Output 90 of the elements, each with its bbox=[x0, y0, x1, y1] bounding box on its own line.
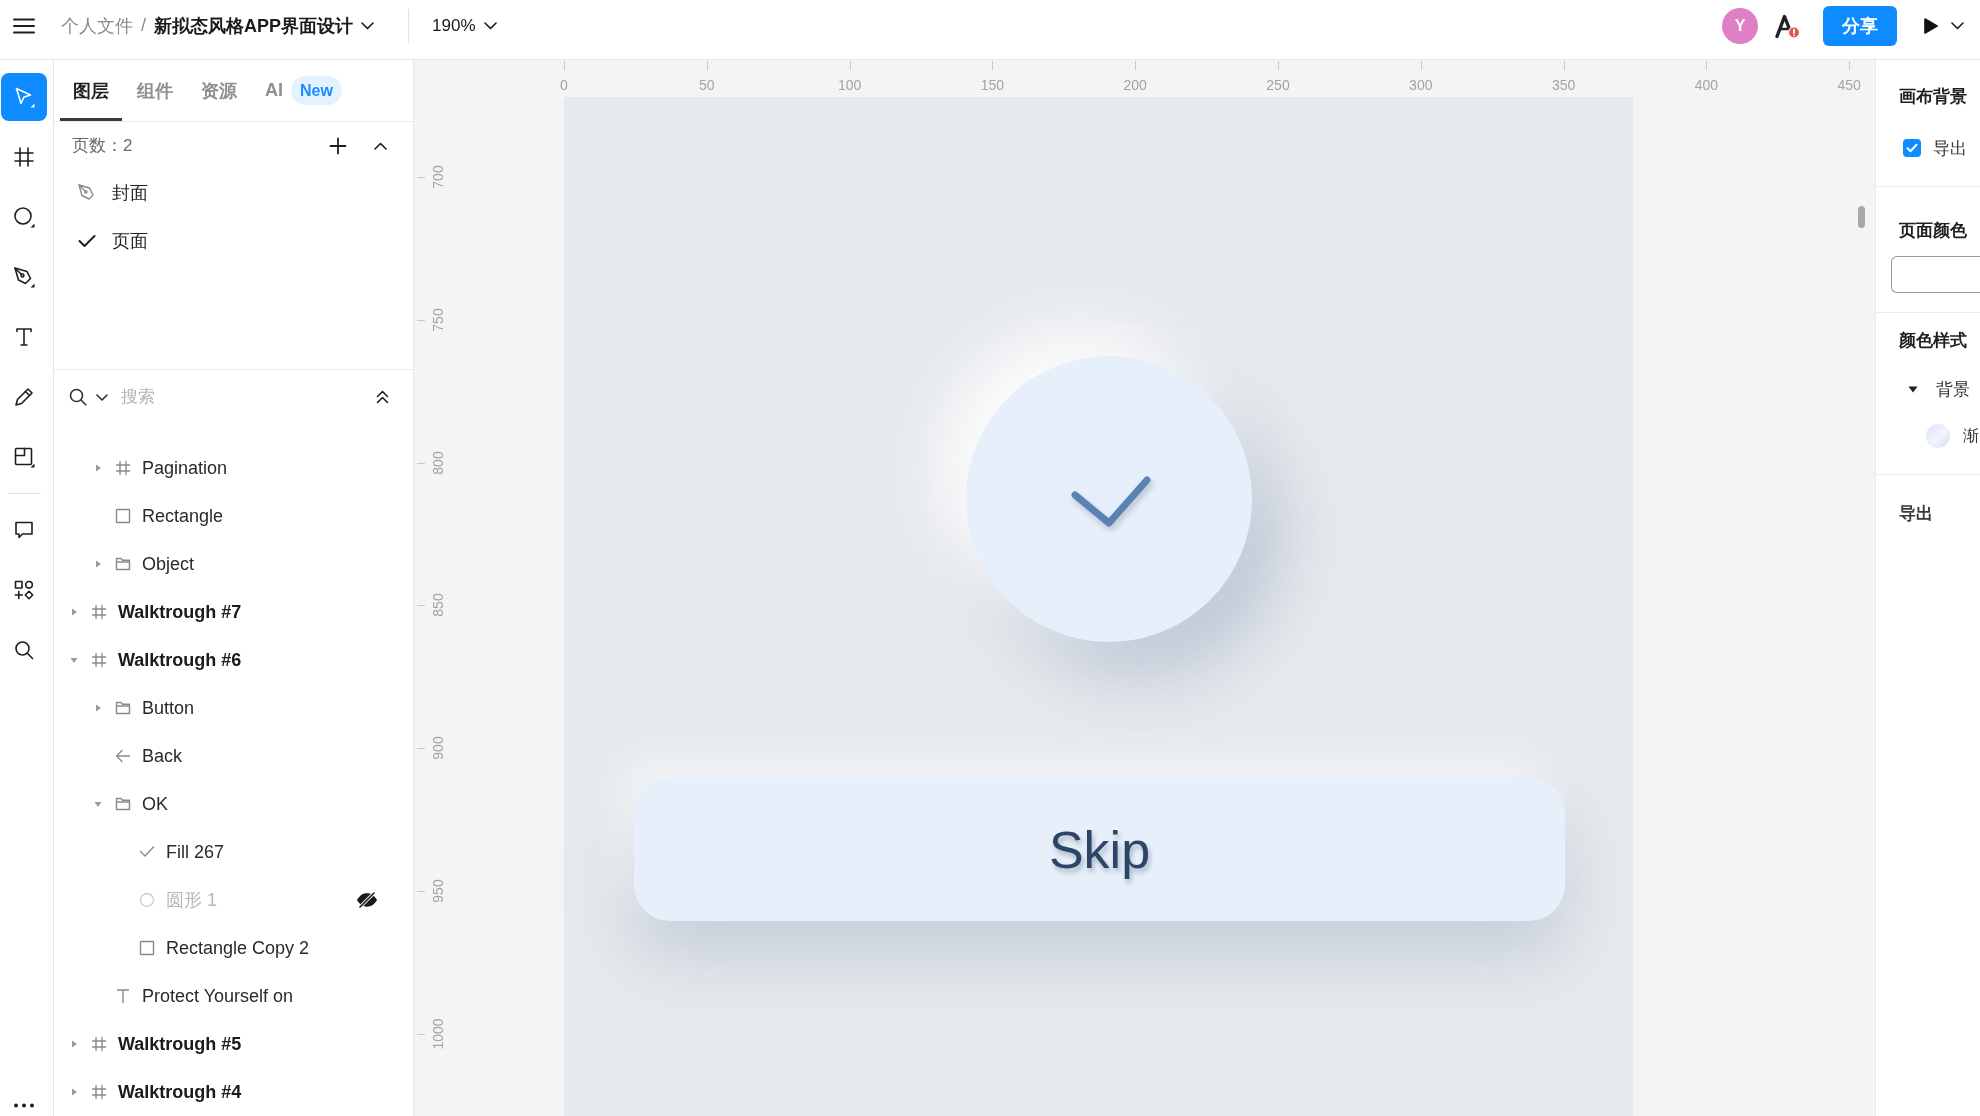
circle-icon bbox=[12, 205, 36, 229]
hash-icon bbox=[91, 604, 107, 620]
folder-icon bbox=[115, 796, 131, 812]
arrow-left-icon bbox=[115, 748, 131, 764]
page-count: 页数：2 bbox=[72, 135, 133, 157]
section-title: 画布背景 bbox=[1899, 87, 1967, 107]
layer-name[interactable]: Walktrough #6 bbox=[118, 649, 242, 671]
circle-icon bbox=[139, 892, 155, 908]
page-name[interactable]: 封面 bbox=[112, 181, 148, 205]
search-icon bbox=[69, 388, 87, 406]
chevron-down-icon bbox=[1951, 21, 1964, 30]
ruler-label: 800 bbox=[430, 450, 446, 475]
plus-icon bbox=[329, 136, 347, 155]
square-icon bbox=[139, 940, 155, 956]
layer-name[interactable]: OK bbox=[142, 793, 168, 815]
pencil-icon bbox=[12, 385, 36, 409]
square-icon bbox=[115, 508, 131, 524]
layer-name[interactable]: Protect Yourself on bbox=[142, 985, 294, 1007]
layer-name[interactable]: Pagination bbox=[142, 457, 228, 479]
font-alert-icon[interactable] bbox=[1773, 12, 1801, 39]
breadcrumb-separator: / bbox=[141, 15, 146, 36]
layer-name[interactable]: Fill 267 bbox=[166, 841, 225, 863]
color-field[interactable] bbox=[1891, 256, 1980, 293]
chevron-down-icon[interactable] bbox=[96, 393, 108, 401]
panel-tab[interactable]: 图层 bbox=[60, 60, 122, 121]
new-badge: New bbox=[291, 76, 342, 105]
ruler-label: 750 bbox=[430, 308, 446, 332]
play-icon bbox=[1924, 17, 1938, 34]
chevron-up-icon bbox=[373, 141, 387, 150]
shapes-icon bbox=[12, 578, 36, 602]
section-title: 导出 bbox=[1899, 504, 1933, 524]
ruler-label: 1000 bbox=[430, 1018, 446, 1050]
layer-name[interactable]: Walktrough #7 bbox=[118, 601, 242, 623]
ruler-label: 50 bbox=[699, 77, 715, 93]
chevron-down-icon bbox=[361, 21, 375, 30]
chevron-down-icon bbox=[483, 21, 497, 30]
ruler-label: 900 bbox=[430, 736, 446, 760]
ruler-label: 950 bbox=[430, 879, 446, 903]
ruler-label: 300 bbox=[1409, 77, 1433, 93]
layer-name[interactable]: Back bbox=[142, 745, 183, 767]
checkbox[interactable] bbox=[1903, 139, 1921, 157]
ruler-label: 350 bbox=[1551, 77, 1576, 93]
file-name-button[interactable]: 新拟态风格APP界面设计 bbox=[154, 13, 375, 38]
pen-nib-icon bbox=[12, 265, 36, 289]
ruler-label: 400 bbox=[1694, 77, 1719, 93]
check-icon bbox=[1070, 475, 1152, 529]
layer-name[interactable]: Object bbox=[142, 553, 195, 575]
layer-name[interactable]: Rectangle bbox=[142, 505, 224, 527]
style-group-name[interactable]: 背景 bbox=[1936, 377, 1970, 401]
layer-name[interactable]: Walktrough #4 bbox=[118, 1081, 242, 1103]
section-icon bbox=[12, 445, 36, 469]
folder-link[interactable]: 个人文件 bbox=[61, 13, 133, 38]
move-tool-button[interactable] bbox=[1, 73, 47, 121]
skip-button[interactable]: Skip bbox=[634, 778, 1565, 921]
section-title: 颜色样式 bbox=[1899, 331, 1967, 351]
ruler-label: 150 bbox=[980, 77, 1005, 93]
search-icon bbox=[12, 638, 36, 662]
menu-icon bbox=[13, 17, 35, 34]
layer-name[interactable]: Walktrough #5 bbox=[118, 1033, 242, 1055]
hash-icon bbox=[115, 460, 131, 476]
text-icon bbox=[115, 988, 131, 1004]
hash-icon bbox=[12, 145, 36, 169]
caret-icon[interactable] bbox=[1908, 385, 1918, 393]
section-title: 页面颜色 bbox=[1899, 221, 1967, 241]
layer-name[interactable]: Button bbox=[142, 697, 195, 719]
page-name[interactable]: 页面 bbox=[112, 229, 148, 253]
scrollbar[interactable] bbox=[1858, 206, 1865, 228]
layer-name[interactable]: Rectangle Copy 2 bbox=[166, 937, 310, 959]
layer-search-field[interactable]: 搜索 bbox=[121, 387, 368, 407]
ruler-label: 850 bbox=[430, 593, 446, 618]
hash-icon bbox=[91, 652, 107, 668]
zoom-dropdown[interactable]: 190% bbox=[432, 15, 497, 36]
ruler-label: 200 bbox=[1123, 77, 1147, 93]
checkbox-label: 导出 bbox=[1933, 137, 1967, 160]
eye-slash-icon[interactable] bbox=[356, 892, 378, 908]
swatch-icon bbox=[1926, 424, 1950, 448]
ruler-label: 0 bbox=[560, 77, 568, 93]
ruler-label: 700 bbox=[430, 165, 446, 189]
ruler-label: 450 bbox=[1837, 77, 1861, 93]
style-name[interactable]: 渐 bbox=[1963, 425, 1979, 447]
ruler-label: 250 bbox=[1266, 77, 1290, 93]
hash-icon bbox=[91, 1084, 107, 1100]
more-icon bbox=[13, 1102, 35, 1108]
present-button[interactable] bbox=[1924, 17, 1938, 34]
folder-icon bbox=[115, 700, 131, 716]
hash-icon bbox=[91, 1036, 107, 1052]
present-options-button[interactable] bbox=[1951, 21, 1964, 30]
folder-icon bbox=[115, 556, 131, 572]
double-chevron-up-icon bbox=[375, 390, 389, 404]
ruler-label: 100 bbox=[837, 77, 862, 93]
